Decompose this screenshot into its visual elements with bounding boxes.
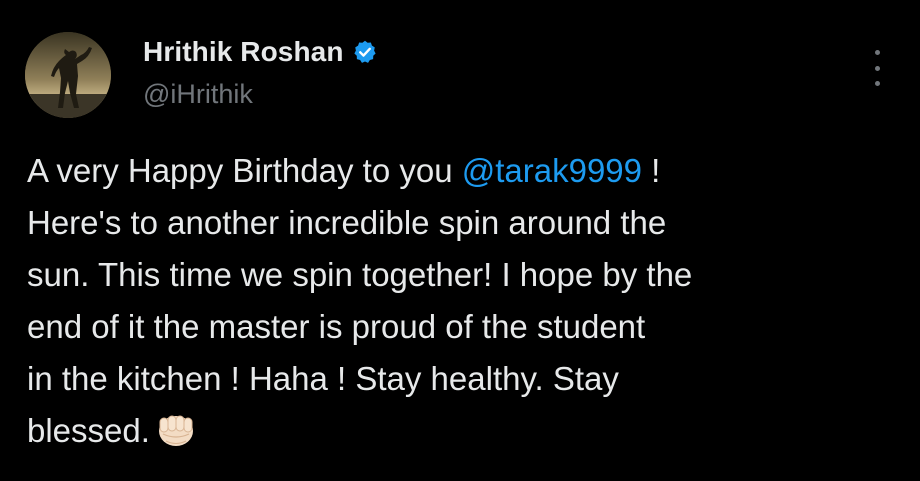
tweet-text: A very Happy Birthday to you @tarak9999 …: [27, 145, 897, 457]
more-dot: [874, 81, 880, 86]
mention-link[interactable]: @tarak9999: [462, 152, 642, 189]
more-dot: [874, 50, 880, 55]
tweet-line: blessed.: [27, 405, 897, 457]
tweet-line: Here's to another incredible spin around…: [27, 204, 667, 241]
tweet-text-segment: blessed.: [27, 412, 150, 449]
author-display-name[interactable]: Hrithik Roshan: [143, 35, 344, 69]
tweet-text-segment: !: [642, 152, 661, 189]
author-handle[interactable]: @iHrithik: [143, 78, 253, 110]
more-vertical-icon[interactable]: [866, 50, 888, 86]
avatar[interactable]: [25, 32, 111, 118]
avatar-image: [25, 32, 111, 118]
more-dot: [874, 65, 880, 71]
tweet-text-segment: A very Happy Birthday to you: [27, 152, 462, 189]
verified-badge-icon: [352, 39, 378, 65]
author-name-row: Hrithik Roshan: [143, 35, 378, 69]
tweet-card: Hrithik Roshan @iHrithik A very Happy Bi…: [0, 0, 920, 481]
tweet-line: end of it the master is proud of the stu…: [27, 308, 646, 345]
tweet-line: A very Happy Birthday to you @tarak9999 …: [27, 145, 897, 197]
oncoming-fist-icon: [156, 410, 196, 450]
tweet-line: sun. This time we spin together! I hope …: [27, 256, 693, 293]
tweet-line: in the kitchen ! Haha ! Stay healthy. St…: [27, 360, 619, 397]
